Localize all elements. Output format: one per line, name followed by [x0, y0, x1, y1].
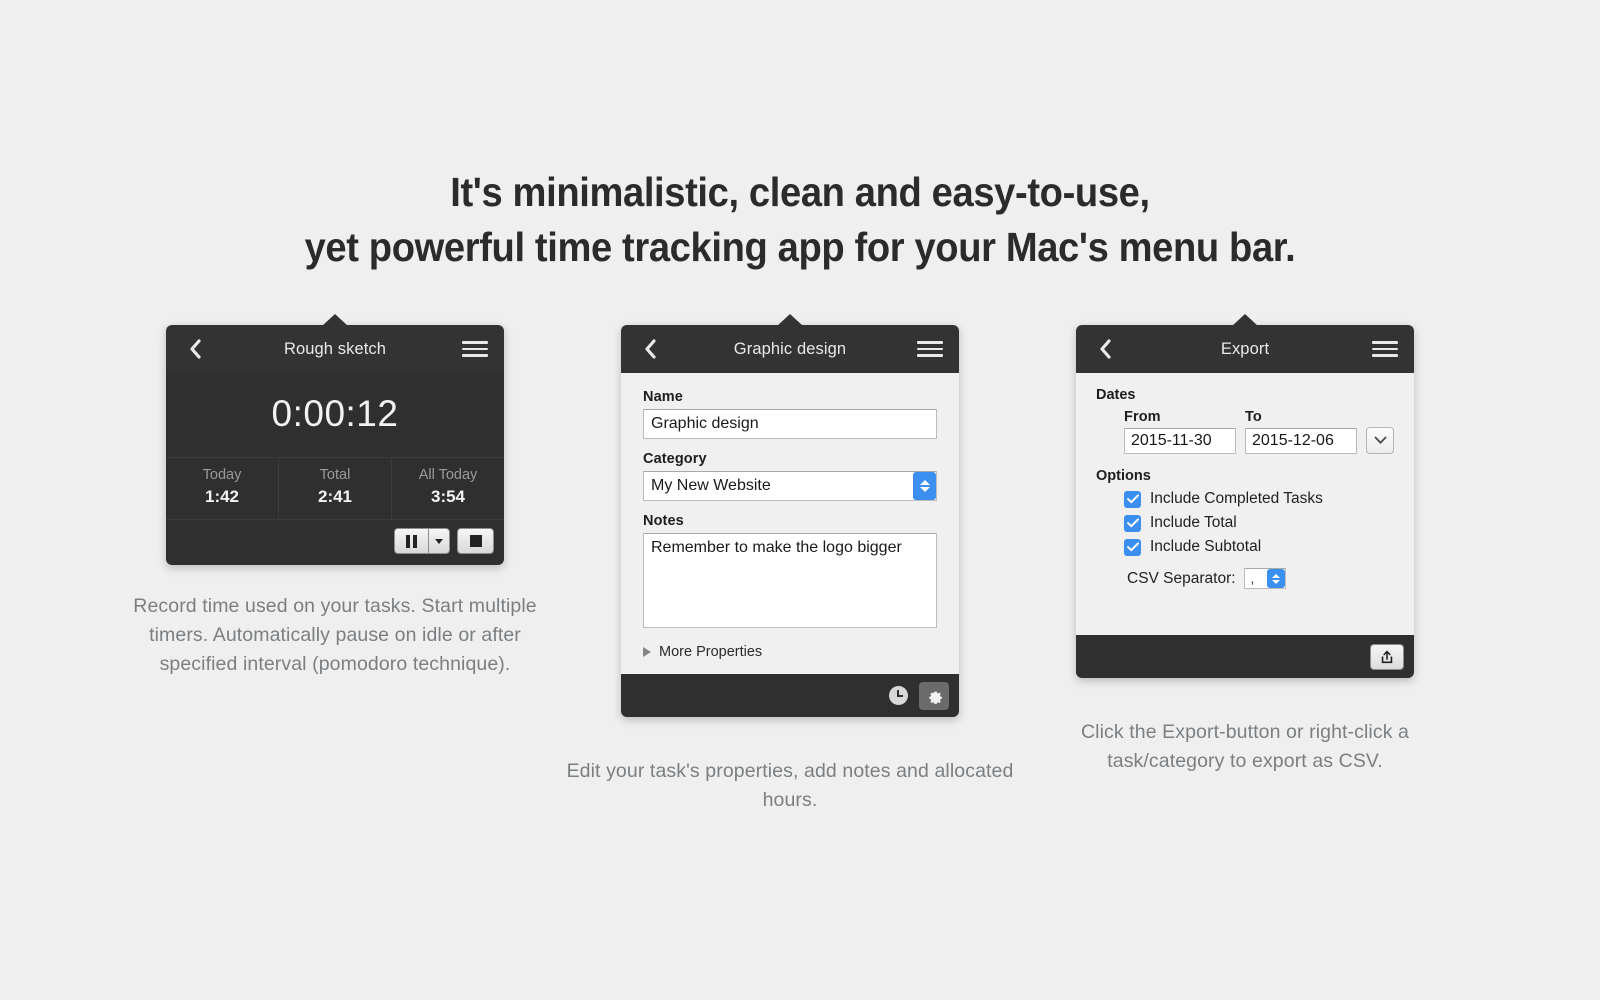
back-icon[interactable] — [182, 336, 208, 362]
properties-title: Graphic design — [733, 339, 847, 358]
properties-popover: Graphic design Name Graphic design Categ… — [621, 314, 959, 717]
export-share-button[interactable] — [1370, 643, 1404, 670]
csv-separator-label: CSV Separator: — [1127, 569, 1236, 587]
option-label: Include Total — [1150, 514, 1237, 531]
timer-body: 0:00:12 Today 1:42 Total 2:41 All Today — [166, 373, 504, 520]
feature-column-timer: Rough sketch 0:00:12 Today 1:42 Total 2:… — [110, 314, 560, 679]
back-icon[interactable] — [637, 336, 663, 362]
timer-stats: Today 1:42 Total 2:41 All Today 3:54 — [166, 457, 504, 520]
export-title: Export — [1220, 339, 1270, 358]
to-date-input[interactable]: 2015-12-06 — [1245, 428, 1357, 454]
page-title: It's minimalistic, clean and easy-to-use… — [56, 165, 1544, 275]
headline-line-2: yet powerful time tracking app for your … — [304, 224, 1296, 270]
stat-label: Total — [319, 467, 351, 483]
timer-titlebar: Rough sketch — [166, 325, 504, 373]
option-row[interactable]: Include Total — [1124, 514, 1394, 532]
export-caption: Click the Export-button or right-click a… — [1080, 721, 1410, 772]
promo-page: It's minimalistic, clean and easy-to-use… — [0, 0, 1600, 1000]
dates-row: From 2015-11-30 To 2015-12-06 — [1096, 409, 1394, 454]
option-row[interactable]: Include Completed Tasks — [1124, 490, 1394, 508]
dates-section-header: Dates — [1096, 387, 1136, 403]
stepper-up-down-icon[interactable] — [913, 472, 936, 500]
export-spacer — [1096, 589, 1394, 623]
stat-all-today: All Today 3:54 — [392, 458, 504, 519]
stepper-up-down-icon[interactable] — [1266, 569, 1285, 588]
pause-icon — [406, 534, 417, 548]
timer-caption: Record time used on your tasks. Start mu… — [133, 595, 537, 675]
stat-today: Today 1:42 — [166, 458, 279, 519]
stop-icon — [469, 535, 482, 547]
settings-tab-button[interactable] — [919, 681, 949, 710]
export-form: Dates From 2015-11-30 To 2015-12-06 Opti… — [1076, 373, 1414, 635]
checkbox-include-subtotal[interactable] — [1124, 538, 1141, 556]
option-label: Include Subtotal — [1150, 538, 1262, 555]
timer-title: Rough sketch — [283, 339, 387, 358]
to-date-group: To 2015-12-06 — [1245, 409, 1357, 454]
csv-separator-combo[interactable]: , — [1243, 568, 1286, 589]
pause-split-button — [394, 528, 450, 554]
csv-separator-row: CSV Separator: , — [1124, 568, 1394, 589]
checkbox-include-total[interactable] — [1124, 514, 1141, 532]
name-label: Name — [643, 389, 683, 405]
stat-value: 3:54 — [430, 487, 466, 506]
notes-label: Notes — [643, 513, 684, 529]
hamburger-menu-icon[interactable] — [1372, 336, 1398, 362]
from-label: From — [1124, 409, 1161, 425]
stat-label: Today — [202, 467, 242, 483]
stat-value: 2:41 — [317, 487, 353, 506]
back-icon[interactable] — [1092, 336, 1118, 362]
export-footer — [1076, 635, 1414, 678]
hamburger-menu-icon[interactable] — [462, 336, 488, 362]
option-label: Include Completed Tasks — [1150, 490, 1323, 507]
properties-caption: Edit your task's properties, add notes a… — [566, 760, 1014, 811]
category-value[interactable]: My New Website — [643, 471, 937, 501]
share-export-icon — [1381, 650, 1393, 663]
pause-button[interactable] — [394, 528, 428, 554]
stat-value: 1:42 — [204, 487, 240, 506]
to-label: To — [1245, 409, 1262, 425]
stop-button[interactable] — [457, 528, 494, 554]
feature-column-properties: Graphic design Name Graphic design Categ… — [565, 314, 1015, 815]
notes-textarea[interactable]: Remember to make the logo bigger — [643, 533, 937, 628]
properties-titlebar: Graphic design — [621, 325, 959, 373]
export-titlebar: Export — [1076, 325, 1414, 373]
clock-tab-button[interactable] — [883, 682, 913, 710]
elapsed-time: 0:00:12 — [271, 393, 399, 434]
option-row[interactable]: Include Subtotal — [1124, 538, 1394, 556]
export-popover: Export Dates From 2015-11-30 To 2015-12-… — [1076, 314, 1414, 678]
timer-controls — [166, 520, 504, 565]
headline-line-1: It's minimalistic, clean and easy-to-use… — [450, 169, 1150, 215]
feature-column-export: Export Dates From 2015-11-30 To 2015-12-… — [1020, 314, 1470, 776]
options-list: Include Completed Tasks Include Total In… — [1096, 490, 1394, 589]
clock-icon — [888, 686, 908, 705]
gear-icon — [928, 691, 942, 705]
more-properties-toggle[interactable]: More Properties — [643, 638, 937, 668]
options-section-header: Options — [1096, 468, 1151, 484]
feature-columns: Rough sketch 0:00:12 Today 1:42 Total 2:… — [0, 314, 1600, 885]
name-input[interactable]: Graphic design — [643, 409, 937, 439]
stat-total: Total 2:41 — [279, 458, 392, 519]
properties-footer — [621, 674, 959, 717]
caret-down-icon — [435, 538, 443, 544]
from-date-group: From 2015-11-30 — [1124, 409, 1236, 454]
stat-label: All Today — [418, 467, 478, 483]
category-combo[interactable]: My New Website — [643, 471, 937, 501]
pause-options-button[interactable] — [428, 528, 450, 554]
checkbox-include-completed-tasks[interactable] — [1124, 490, 1141, 508]
timer-popover: Rough sketch 0:00:12 Today 1:42 Total 2:… — [166, 314, 504, 565]
date-range-dropdown-button[interactable] — [1366, 427, 1394, 454]
triangle-right-icon — [643, 647, 651, 657]
chevron-down-icon — [1374, 436, 1386, 444]
category-label: Category — [643, 451, 707, 467]
properties-form: Name Graphic design Category My New Webs… — [621, 373, 959, 674]
more-properties-label: More Properties — [659, 644, 763, 660]
from-date-input[interactable]: 2015-11-30 — [1124, 428, 1236, 454]
hamburger-menu-icon[interactable] — [917, 336, 943, 362]
